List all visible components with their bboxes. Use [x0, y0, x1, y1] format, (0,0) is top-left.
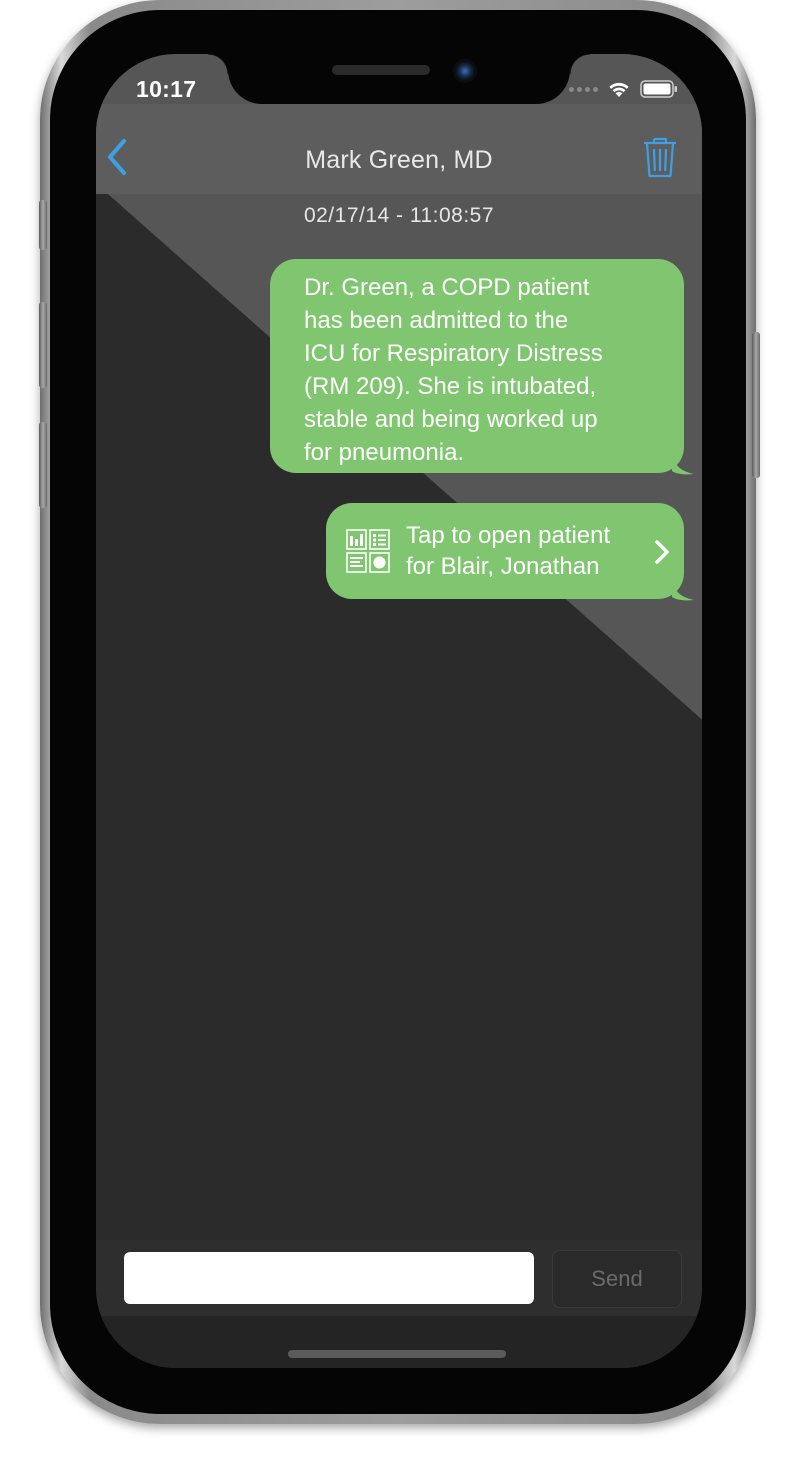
home-indicator[interactable] — [288, 1350, 506, 1358]
speaker-grille — [332, 65, 430, 75]
compose-bar: Send — [96, 1240, 702, 1316]
volume-up-button — [39, 302, 47, 388]
bottom-safe-area — [96, 1316, 702, 1368]
status-indicators — [569, 80, 678, 98]
open-patient-button[interactable]: Tap to open patient for Blair, Jonathan — [326, 503, 694, 601]
chat-background — [96, 54, 702, 1368]
wifi-icon — [609, 82, 629, 97]
bubble-tail — [672, 579, 694, 601]
volume-down-button — [39, 422, 47, 508]
battery-icon — [640, 80, 677, 98]
page-title: Mark Green, MD — [305, 146, 493, 174]
chevron-right-icon — [655, 540, 669, 564]
status-time: 10:17 — [136, 76, 197, 102]
message-input[interactable] — [124, 1252, 534, 1304]
message-bubble: Dr. Green, a COPD patient has been admit… — [270, 259, 694, 475]
message-text: Dr. Green, a COPD patient has been admit… — [304, 274, 603, 466]
open-patient-label: Tap to open patient for Blair, Jonathan — [406, 522, 611, 580]
send-button[interactable]: Send — [552, 1250, 682, 1308]
screen: Mark Green, MD 10:17 02/17/14 - 11:08:57… — [96, 54, 702, 1368]
patient-dashboard-icon — [346, 529, 390, 573]
device-notch — [208, 54, 590, 104]
bubble-tail — [672, 453, 694, 475]
navigation-bar: Mark Green, MD — [96, 104, 702, 194]
signal-dots-icon — [569, 86, 598, 92]
message-timestamp: 02/17/14 - 11:08:57 — [303, 204, 495, 227]
power-button — [752, 332, 760, 478]
trash-icon[interactable] — [642, 134, 678, 178]
silent-switch — [39, 200, 47, 250]
front-camera — [453, 59, 477, 83]
